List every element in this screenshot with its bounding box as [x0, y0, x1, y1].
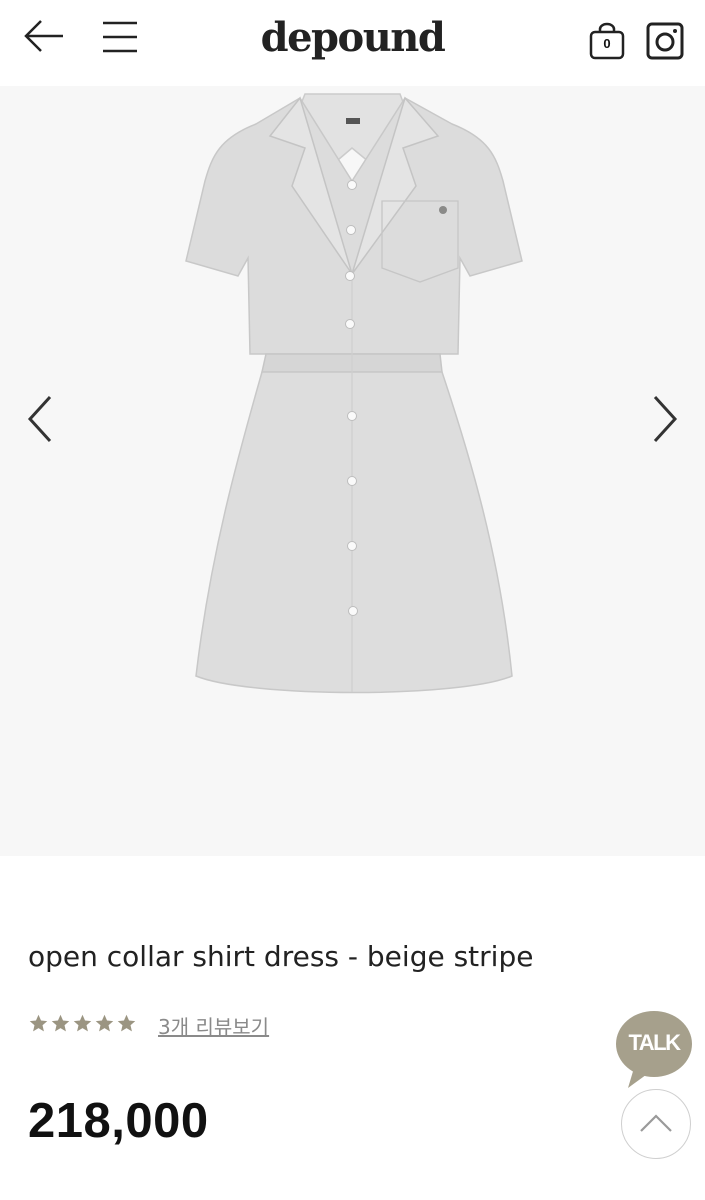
prev-image-arrow[interactable]: [20, 391, 60, 447]
star-icon: [29, 1014, 48, 1032]
scroll-to-top-button[interactable]: [621, 1089, 691, 1159]
product-image-gallery[interactable]: [0, 86, 705, 856]
product-image: [185, 93, 523, 694]
talk-label: TALK: [628, 1030, 681, 1055]
shopping-bag-icon[interactable]: 0: [587, 22, 627, 62]
next-image-arrow[interactable]: [645, 391, 685, 447]
star-icon: [51, 1014, 70, 1032]
chevron-left-icon: [27, 395, 52, 443]
chevron-up-icon: [639, 1113, 672, 1132]
chevron-right-icon: [653, 395, 678, 443]
star-icon: [117, 1014, 136, 1032]
top-header: depound 0: [0, 0, 705, 86]
review-link[interactable]: 3개 리뷰보기: [158, 1011, 269, 1040]
kakao-talk-button[interactable]: TALK: [612, 1010, 696, 1090]
star-rating: [28, 1013, 138, 1038]
product-title: open collar shirt dress - beige stripe: [28, 940, 534, 973]
star-icon: [73, 1014, 92, 1032]
cart-count-badge: 0: [603, 36, 611, 51]
product-price: 218,000: [28, 1094, 209, 1148]
star-icon: [95, 1014, 114, 1032]
instagram-icon[interactable]: [646, 22, 684, 60]
